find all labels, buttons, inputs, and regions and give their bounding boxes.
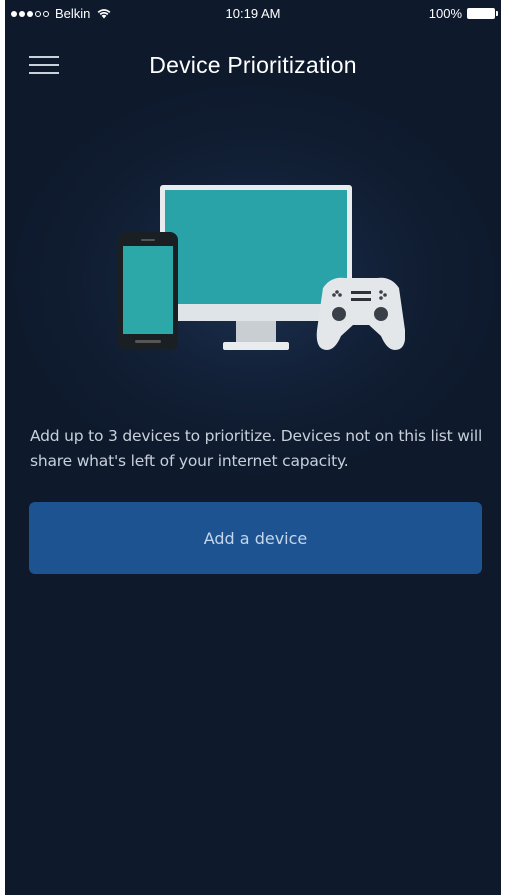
device-illustration [118, 185, 405, 350]
smartphone-icon [118, 232, 178, 350]
status-bar: Belkin 10:19 AM 100% [5, 0, 501, 28]
status-right: 100% [428, 6, 498, 21]
battery-percent: 100% [428, 6, 462, 21]
gamepad-icon [316, 277, 405, 350]
page-title: Device Prioritization [149, 52, 357, 78]
status-time: 10:19 AM [225, 6, 281, 21]
battery-icon [467, 8, 498, 19]
description-text: Add up to 3 devices to prioritize. Devic… [30, 427, 483, 470]
app-screen: Belkin 10:19 AM 100% Device Prioritizati… [5, 0, 501, 895]
add-device-button[interactable]: Add a device [29, 502, 482, 574]
